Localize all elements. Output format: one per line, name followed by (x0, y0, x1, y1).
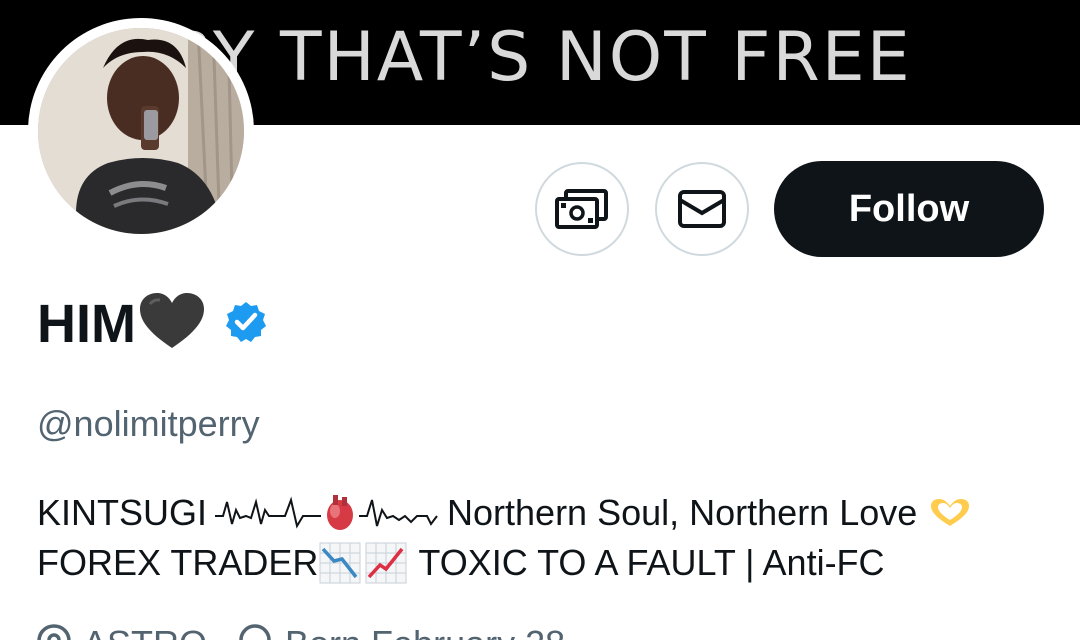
envelope-icon (678, 190, 726, 228)
black-heart-icon (138, 292, 206, 357)
bio-line-1: KINTSUGI Northern Soul, Northern Love (37, 488, 1067, 538)
heartbeat-line-icon (215, 496, 322, 529)
bio-line-2: FOREX TRADER TOXIC TO A FAULT | Anti-FC (37, 538, 1067, 588)
bio-text-3: FOREX TRADER (37, 542, 319, 583)
anatomical-heart-icon (327, 495, 354, 530)
money-icon (555, 189, 608, 229)
heartbeat-line-icon-2 (359, 499, 438, 527)
location-pin-icon (37, 624, 71, 640)
profile-bio: KINTSUGI Northern Soul, Northern Love FO… (37, 488, 1067, 588)
bio-text-4: TOXIC TO A FAULT | Anti-FC (418, 542, 885, 583)
birthday-text: Born February 28 (285, 622, 565, 640)
profile-meta: ASTRO Born February 28 (37, 622, 565, 640)
message-button[interactable] (655, 162, 749, 256)
chart-decreasing-icon (319, 542, 361, 584)
location-text: ASTRO (83, 622, 207, 640)
banner-text: RY THAT’S NOT FREE (168, 18, 912, 97)
display-name: HIM (37, 294, 136, 354)
verified-badge-icon[interactable] (224, 300, 268, 349)
chart-increasing-icon (365, 542, 407, 584)
name-row: HIM (37, 292, 268, 356)
avatar-ring (28, 18, 254, 244)
bio-text: KINTSUGI (37, 492, 208, 533)
tip-button[interactable] (535, 162, 629, 256)
user-handle: @nolimitperry (37, 403, 260, 444)
follow-button[interactable]: Follow (774, 161, 1044, 257)
avatar-photo (38, 28, 244, 234)
heart-hands-icon (931, 499, 970, 526)
avatar[interactable] (38, 28, 244, 234)
balloon-icon (239, 624, 271, 640)
bio-text-2: Northern Soul, Northern Love (447, 492, 918, 533)
